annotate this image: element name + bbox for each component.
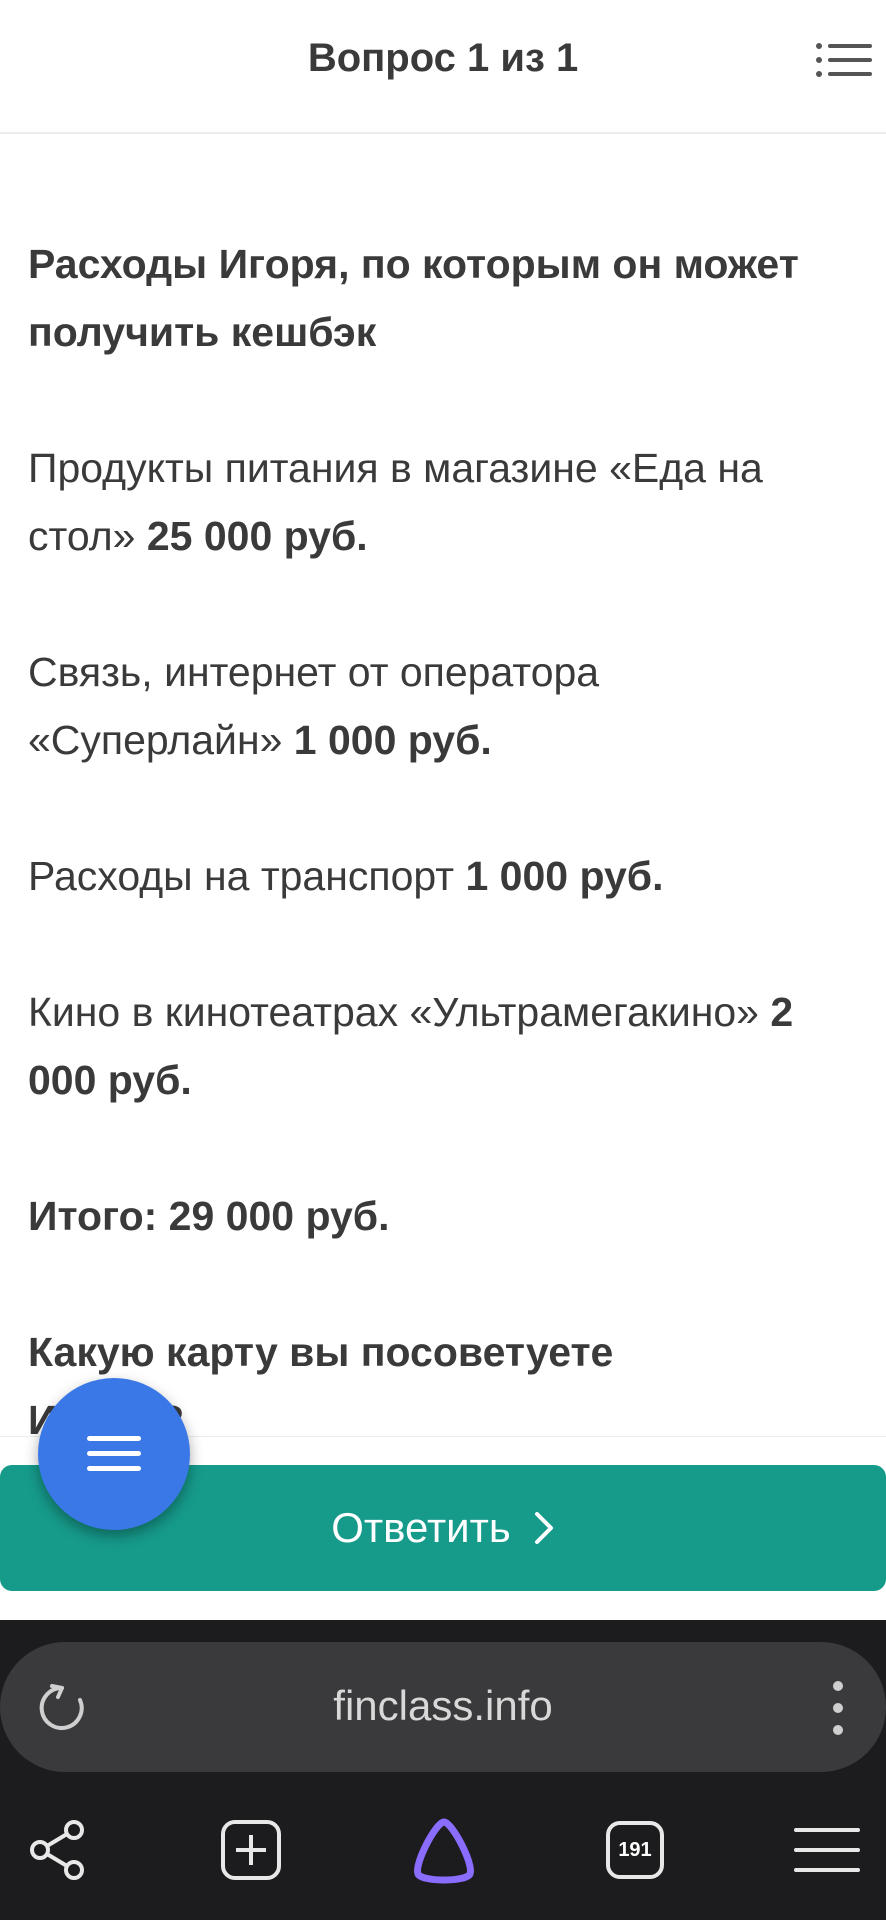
top-bar: Вопрос 1 из 1 (0, 0, 886, 134)
expense-amount: 1 000 руб. (293, 717, 492, 763)
expense-amount: 25 000 руб. (146, 513, 368, 559)
expense-item: Продукты питания в магазине «Еда на стол… (28, 445, 763, 559)
expense-item: Связь, интернет от оператора «Суперлайн»… (28, 649, 600, 763)
expense-amount: 1 000 руб. (465, 853, 664, 899)
address-bar[interactable]: finclass.info (0, 1642, 886, 1772)
plus-square-icon (221, 1820, 281, 1880)
expense-item: Кино в кинотеатрах «Ультрамегакино» 2 00… (28, 989, 794, 1103)
question-list-icon[interactable] (814, 42, 874, 82)
browser-chrome: finclass.info 191 (0, 1620, 886, 1920)
question-content: Расходы Игоря, по которым он может получ… (28, 134, 858, 1436)
expense-item: Расходы на транспорт 1 000 руб. (28, 853, 664, 899)
menu-fab-button[interactable] (38, 1378, 190, 1530)
tabs-button[interactable]: 191 (602, 1800, 668, 1900)
chevron-right-icon (534, 1512, 553, 1544)
question-heading: Расходы Игоря, по которым он может получ… (28, 241, 799, 355)
tabs-count: 191 (618, 1838, 652, 1861)
url-text: finclass.info (333, 1682, 553, 1729)
share-icon (30, 1820, 84, 1880)
new-tab-button[interactable] (216, 1800, 286, 1900)
alice-assistant-icon (414, 1818, 474, 1884)
browser-menu-button[interactable] (792, 1800, 862, 1900)
hamburger-icon (87, 1436, 141, 1471)
browser-nav-bar: 191 (0, 1800, 886, 1900)
more-vertical-icon[interactable] (832, 1680, 844, 1736)
alice-button[interactable] (404, 1800, 484, 1900)
share-button[interactable] (20, 1800, 96, 1900)
page-title: Вопрос 1 из 1 (307, 36, 579, 80)
hamburger-icon (794, 1828, 860, 1872)
answer-button-label: Ответить (331, 1504, 511, 1551)
expense-total: Итого: 29 000 руб. (28, 1193, 390, 1239)
